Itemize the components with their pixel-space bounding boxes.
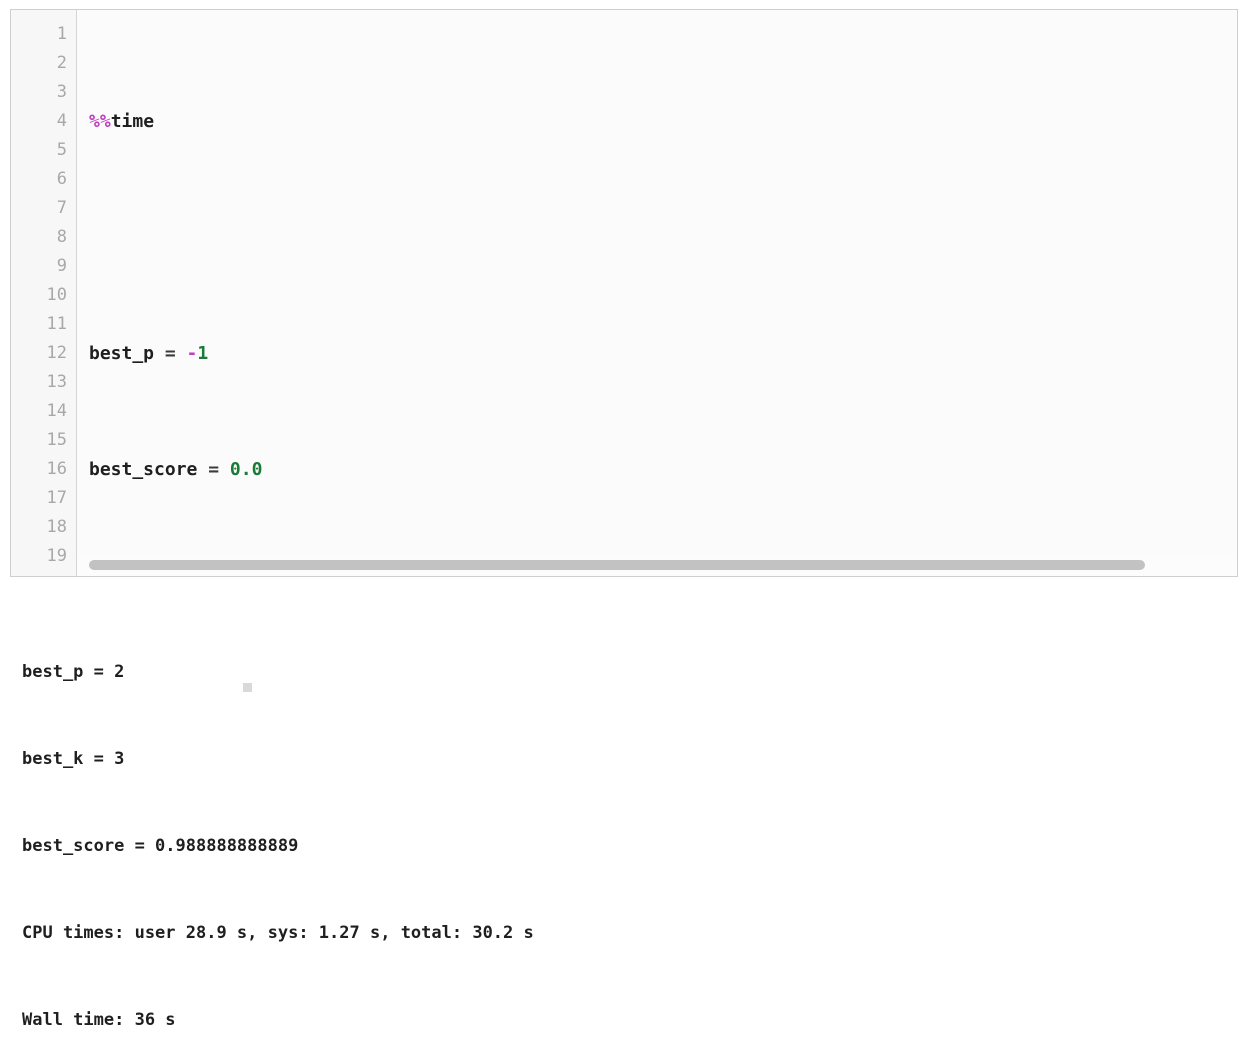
assign-token: =: [208, 459, 220, 480]
line-number: 14: [46, 401, 67, 421]
unary-minus-token: -: [175, 343, 198, 364]
code-line-3: best_p = -1: [89, 339, 1237, 368]
line-number: 5: [56, 140, 67, 160]
line-number-gutter: 1 2 3 4 5 6 7 8 9 10 11 12 13 14 15 16 1…: [11, 10, 77, 576]
line-number: 10: [46, 285, 67, 305]
horizontal-scrollbar[interactable]: [77, 554, 1237, 576]
line-number: 3: [56, 82, 67, 102]
output-line: CPU times: user 28.9 s, sys: 1.27 s, tot…: [22, 923, 534, 943]
line-number: 2: [56, 53, 67, 73]
line-number: 8: [56, 227, 67, 247]
line-number: 9: [56, 256, 67, 276]
line-number: 13: [46, 372, 67, 392]
line-number: 17: [46, 488, 67, 508]
number-token: 1: [197, 343, 209, 364]
line-number: 12: [46, 343, 67, 363]
line-number: 16: [46, 459, 67, 479]
cell-output: best_p = 2 best_k = 3 best_score = 0.988…: [22, 600, 534, 1064]
number-token: 0.0: [219, 459, 263, 480]
output-line: best_score = 0.988888888889: [22, 836, 299, 856]
code-cell[interactable]: 1 2 3 4 5 6 7 8 9 10 11 12 13 14 15 16 1…: [10, 9, 1238, 577]
identifier-token: best_p: [89, 343, 165, 364]
code-cell-body[interactable]: 1 2 3 4 5 6 7 8 9 10 11 12 13 14 15 16 1…: [11, 10, 1237, 576]
line-number: 18: [46, 517, 67, 537]
horizontal-scrollbar-thumb[interactable]: [89, 560, 1145, 570]
assign-token: =: [164, 343, 176, 364]
line-number: 11: [46, 314, 67, 334]
code-line-1: %%time: [89, 107, 1237, 136]
magic-prefix-token: %%: [89, 111, 111, 132]
line-number: 4: [56, 111, 67, 131]
line-number: 15: [46, 430, 67, 450]
line-number: 6: [56, 169, 67, 189]
output-line: best_p = 2: [22, 662, 125, 682]
line-number: 7: [56, 198, 67, 218]
identifier-token: best_score: [89, 459, 209, 480]
code-editor[interactable]: %%time best_p = -1 best_score = 0.0 best…: [77, 10, 1237, 576]
line-number: 1: [56, 24, 67, 44]
output-line: Wall time: 36 s: [22, 1010, 176, 1030]
text-caret-artifact: [243, 683, 252, 692]
output-line: best_k = 3: [22, 749, 125, 769]
magic-name-token: time: [110, 111, 155, 132]
line-number: 19: [46, 546, 67, 566]
code-line-4: best_score = 0.0: [89, 455, 1237, 484]
